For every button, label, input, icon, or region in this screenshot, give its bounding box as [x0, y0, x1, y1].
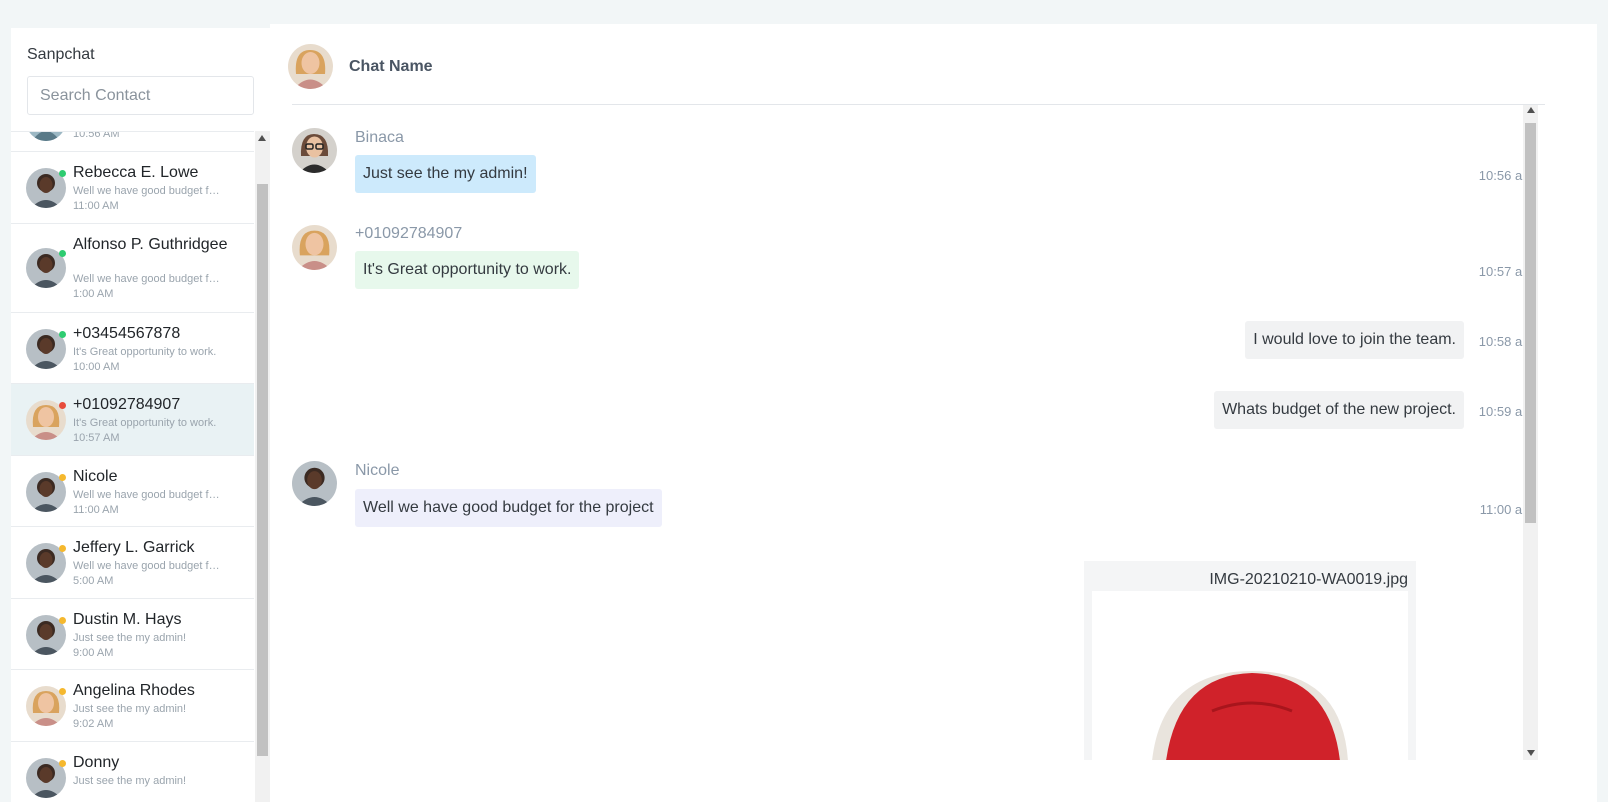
chat-scrollbar[interactable]	[1523, 105, 1538, 760]
contact-list: 10:56 AM Rebecca E. Lowe Well we have goo…	[11, 131, 254, 802]
status-dot-icon	[59, 402, 66, 409]
status-dot-icon	[59, 170, 66, 177]
status-dot-icon	[59, 760, 66, 767]
contact-time: 5:00 AM	[73, 575, 114, 587]
contact-name: Alfonso P. Guthridgee	[73, 236, 228, 253]
chat-avatar	[288, 44, 333, 89]
contacts-sidebar: Sanpchat 10:56 AM Rebecca E. Lowe Well we…	[11, 28, 270, 802]
contact-last-message: Well we have good budget for the project	[73, 560, 223, 572]
contact-item[interactable]: Donny Just see the my admin!	[11, 742, 254, 802]
contact-name: Jeffery L. Garrick	[73, 539, 195, 556]
contact-item[interactable]: Angelina Rhodes Just see the my admin! 9:0…	[11, 670, 254, 742]
contact-item[interactable]: Rebecca E. Lowe Well we have good budget …	[11, 152, 254, 224]
message-avatar	[292, 461, 337, 506]
contact-name: +01092784907	[73, 396, 181, 413]
scrollbar-thumb[interactable]	[257, 184, 268, 756]
contact-last-message: Well we have good budget for the project	[73, 489, 223, 501]
message-avatar	[292, 225, 337, 270]
contact-time: 9:00 AM	[73, 647, 114, 659]
incoming-message-bubble: Just see the my admin!	[355, 155, 536, 193]
status-dot-icon	[59, 545, 66, 552]
contact-last-message: Well we have good budget for the project	[73, 273, 223, 285]
chat-panel: Chat Name IMG-20210210-WA0019.jpg Binaca…	[270, 24, 1597, 802]
message-sender: Nicole	[355, 462, 400, 479]
status-dot-icon	[59, 617, 66, 624]
contact-time: 10:56 AM	[73, 131, 120, 140]
scroll-down-arrow-icon[interactable]	[1527, 750, 1535, 756]
outgoing-message-bubble: I would love to join the team.	[1245, 321, 1464, 359]
contact-name: Donny	[73, 754, 120, 771]
contact-last-message: Well we have good budget for the project	[73, 185, 223, 197]
contact-name: Angelina Rhodes	[73, 682, 195, 699]
contact-item-partial[interactable]: 10:56 AM	[11, 131, 254, 152]
contact-time: 10:57 AM	[73, 432, 120, 444]
attachment-preview-image[interactable]	[1092, 591, 1408, 760]
outgoing-message-bubble: Whats budget of the new project.	[1214, 391, 1464, 429]
contact-last-message: It's Great opportunity to work.	[73, 346, 217, 358]
message-avatar	[292, 128, 337, 173]
sidebar-scrollbar[interactable]	[255, 131, 270, 802]
contact-last-message: Just see the my admin!	[73, 632, 187, 644]
status-dot-icon	[59, 250, 66, 257]
contact-item[interactable]: +01092784907 It's Great opportunity to wo…	[11, 384, 254, 456]
scrollbar-thumb[interactable]	[1525, 123, 1536, 523]
contact-item[interactable]: Jeffery L. Garrick Well we have good budg…	[11, 527, 254, 599]
incoming-message-bubble: Well we have good budget for the project	[355, 489, 662, 527]
contact-time: 9:02 AM	[73, 718, 114, 730]
app-title: Sanpchat	[27, 46, 95, 63]
contact-item[interactable]: Alfonso P. Guthridgee Well we have good b…	[11, 224, 254, 313]
contact-item[interactable]: +03454567878 It's Great opportunity to wo…	[11, 313, 254, 384]
status-dot-icon	[59, 474, 66, 481]
contact-item[interactable]: Dustin M. Hays Just see the my admin! 9:00…	[11, 599, 254, 670]
message-sender: Binaca	[355, 129, 404, 146]
chat-name: Chat Name	[349, 58, 433, 75]
contact-last-message: Just see the my admin!	[73, 703, 187, 715]
image-attachment[interactable]: IMG-20210210-WA0019.jpg	[1084, 561, 1416, 760]
contact-time: 11:00 AM	[73, 504, 119, 516]
contact-last-message: Just see the my admin!	[73, 775, 187, 787]
contact-name: Dustin M. Hays	[73, 611, 182, 628]
contact-time: 11:00 AM	[73, 200, 119, 212]
contact-item[interactable]: Nicole Well we have good budget for the p…	[11, 456, 254, 527]
incoming-message-bubble: It's Great opportunity to work.	[355, 251, 580, 289]
contact-time: 1:00 AM	[73, 288, 114, 300]
message-list: IMG-20210210-WA0019.jpg Binaca Just see t…	[292, 105, 1545, 760]
search-contact-input[interactable]	[27, 76, 254, 115]
contact-last-message: It's Great opportunity to work.	[73, 417, 217, 429]
contact-name: Nicole	[73, 468, 118, 485]
status-dot-icon	[59, 688, 66, 695]
contact-time: 10:00 AM	[73, 361, 120, 373]
avatar	[26, 132, 66, 141]
status-dot-icon	[59, 331, 66, 338]
scroll-up-arrow-icon[interactable]	[1527, 107, 1535, 113]
attachment-file-name: IMG-20210210-WA0019.jpg	[1209, 571, 1408, 588]
contact-name: +03454567878	[73, 325, 181, 342]
message-sender: +01092784907	[355, 225, 463, 242]
red-lamp-image	[1092, 591, 1408, 760]
scroll-up-arrow-icon[interactable]	[258, 135, 266, 141]
contact-name: Rebecca E. Lowe	[73, 164, 199, 181]
